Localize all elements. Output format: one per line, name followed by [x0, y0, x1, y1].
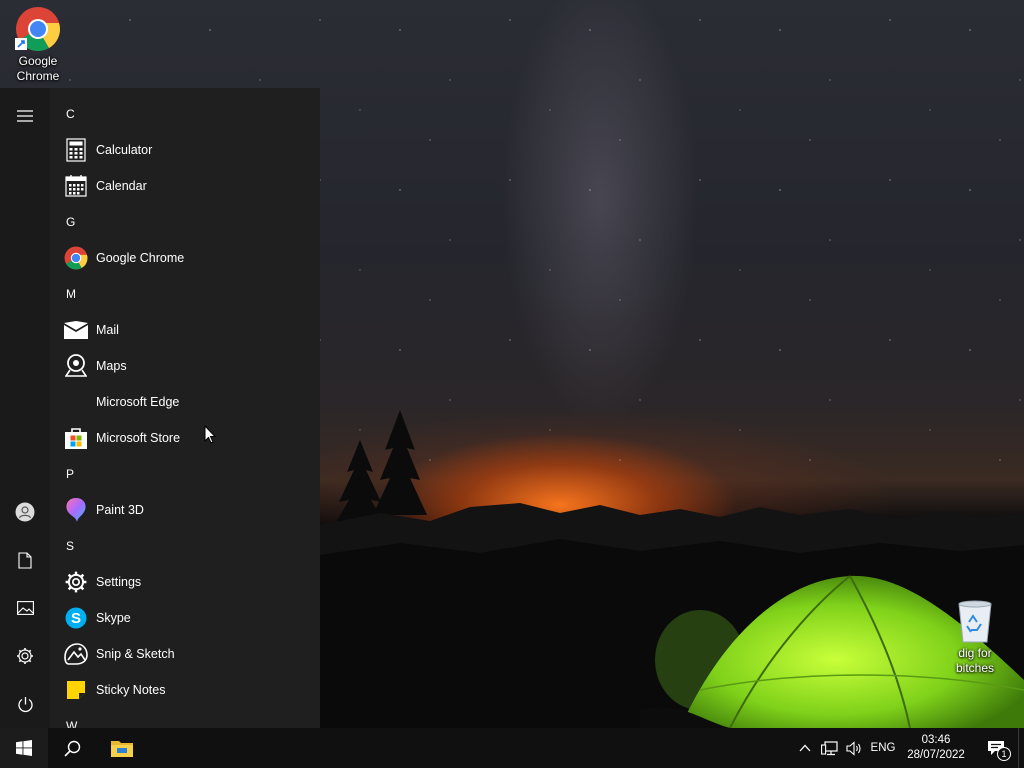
- app-label: Mail: [96, 323, 119, 337]
- pictures-button[interactable]: [0, 584, 50, 632]
- app-list: C Calculator Calendar G Google Chrome M …: [50, 96, 320, 728]
- clock-date: 28/07/2022: [907, 749, 965, 761]
- mail-icon: [63, 317, 89, 343]
- settings-rail-button[interactable]: [0, 632, 50, 680]
- windows-logo-icon: [16, 740, 32, 756]
- skype-icon: S: [63, 605, 89, 631]
- app-item-maps[interactable]: Maps: [50, 348, 320, 384]
- network-status-button[interactable]: [818, 728, 840, 768]
- app-label: Snip & Sketch: [96, 647, 175, 661]
- app-label: Microsoft Edge: [96, 395, 180, 409]
- start-menu-rail: [0, 88, 50, 728]
- documents-button[interactable]: [0, 536, 50, 584]
- group-header-p[interactable]: P: [50, 456, 320, 492]
- taskbar: ENG 03:46 28/07/2022 1: [0, 728, 1024, 768]
- app-label: Settings: [96, 575, 142, 589]
- recycle-bin-icon: [958, 600, 992, 643]
- file-explorer-icon: [111, 741, 133, 757]
- pictures-icon: [16, 601, 34, 615]
- group-header-s[interactable]: S: [50, 528, 320, 564]
- app-item-snip-sketch[interactable]: Snip & Sketch: [50, 636, 320, 672]
- app-label: Skype: [96, 611, 131, 625]
- app-item-sticky-notes[interactable]: Sticky Notes: [50, 672, 320, 708]
- calendar-icon: [63, 173, 89, 199]
- show-desktop-button[interactable]: [1018, 728, 1024, 768]
- app-item-calendar[interactable]: Calendar: [50, 168, 320, 204]
- documents-icon: [18, 551, 32, 569]
- snip-sketch-icon: [63, 641, 89, 667]
- app-label: Google Chrome: [96, 251, 185, 265]
- volume-button[interactable]: [843, 728, 865, 768]
- app-item-skype[interactable]: S Skype: [50, 600, 320, 636]
- paint-3d-icon: [63, 497, 89, 523]
- app-label: Microsoft Store: [96, 431, 181, 445]
- chevron-up-icon: [799, 744, 811, 752]
- app-item-mail[interactable]: Mail: [50, 312, 320, 348]
- desktop-icon-label: dig for bitches: [955, 646, 995, 675]
- search-button[interactable]: [48, 728, 96, 768]
- desktop-icon-label: Google Chrome: [16, 54, 60, 83]
- app-label: Maps: [96, 359, 127, 373]
- clock-time: 03:46: [921, 734, 951, 746]
- store-icon: [63, 425, 89, 451]
- user-account-icon: [15, 502, 35, 522]
- user-account-button[interactable]: [0, 488, 50, 536]
- action-center-button[interactable]: 1: [978, 728, 1014, 768]
- group-header-c[interactable]: C: [50, 96, 320, 132]
- app-item-paint-3d[interactable]: Paint 3D: [50, 492, 320, 528]
- settings-gear-icon: [17, 648, 33, 664]
- mouse-cursor-icon: [204, 425, 216, 444]
- file-explorer-taskbar-button[interactable]: [98, 728, 146, 768]
- expand-menu-button[interactable]: [0, 92, 50, 140]
- start-button[interactable]: [0, 728, 48, 768]
- calculator-icon: [63, 137, 89, 163]
- svg-text:S: S: [71, 610, 81, 627]
- desktop-icon-recycle-bin[interactable]: dig for bitches: [937, 600, 1013, 676]
- hamburger-menu-icon: [17, 110, 33, 122]
- app-label: Calculator: [96, 143, 153, 157]
- settings-icon: [63, 569, 89, 595]
- app-label: Sticky Notes: [96, 683, 166, 697]
- power-button[interactable]: [0, 680, 50, 728]
- app-item-settings[interactable]: Settings: [50, 564, 320, 600]
- sticky-notes-icon: [63, 677, 89, 703]
- power-icon: [17, 696, 33, 712]
- group-header-m[interactable]: M: [50, 276, 320, 312]
- maps-icon: [63, 353, 89, 379]
- start-menu: C Calculator Calendar G Google Chrome M …: [0, 88, 320, 728]
- edge-icon: [63, 389, 89, 415]
- group-header-g[interactable]: G: [50, 204, 320, 240]
- clock-button[interactable]: 03:46 28/07/2022: [900, 728, 972, 768]
- volume-icon: [845, 740, 861, 756]
- network-icon: [820, 740, 838, 755]
- show-hidden-icons-button[interactable]: [796, 728, 814, 768]
- app-item-microsoft-edge[interactable]: Microsoft Edge: [50, 384, 320, 420]
- notification-count-badge: 1: [997, 747, 1011, 761]
- input-language-button[interactable]: ENG: [868, 728, 898, 768]
- chrome-icon: [63, 245, 89, 271]
- app-label: Paint 3D: [96, 503, 144, 517]
- search-icon: [63, 740, 80, 757]
- app-label: Calendar: [96, 179, 147, 193]
- group-header-w[interactable]: W: [50, 708, 320, 728]
- app-item-calculator[interactable]: Calculator: [50, 132, 320, 168]
- chrome-icon: [15, 7, 60, 51]
- desktop-icon-google-chrome[interactable]: Google Chrome: [0, 6, 76, 84]
- app-item-google-chrome[interactable]: Google Chrome: [50, 240, 320, 276]
- app-item-microsoft-store[interactable]: Microsoft Store: [50, 420, 320, 456]
